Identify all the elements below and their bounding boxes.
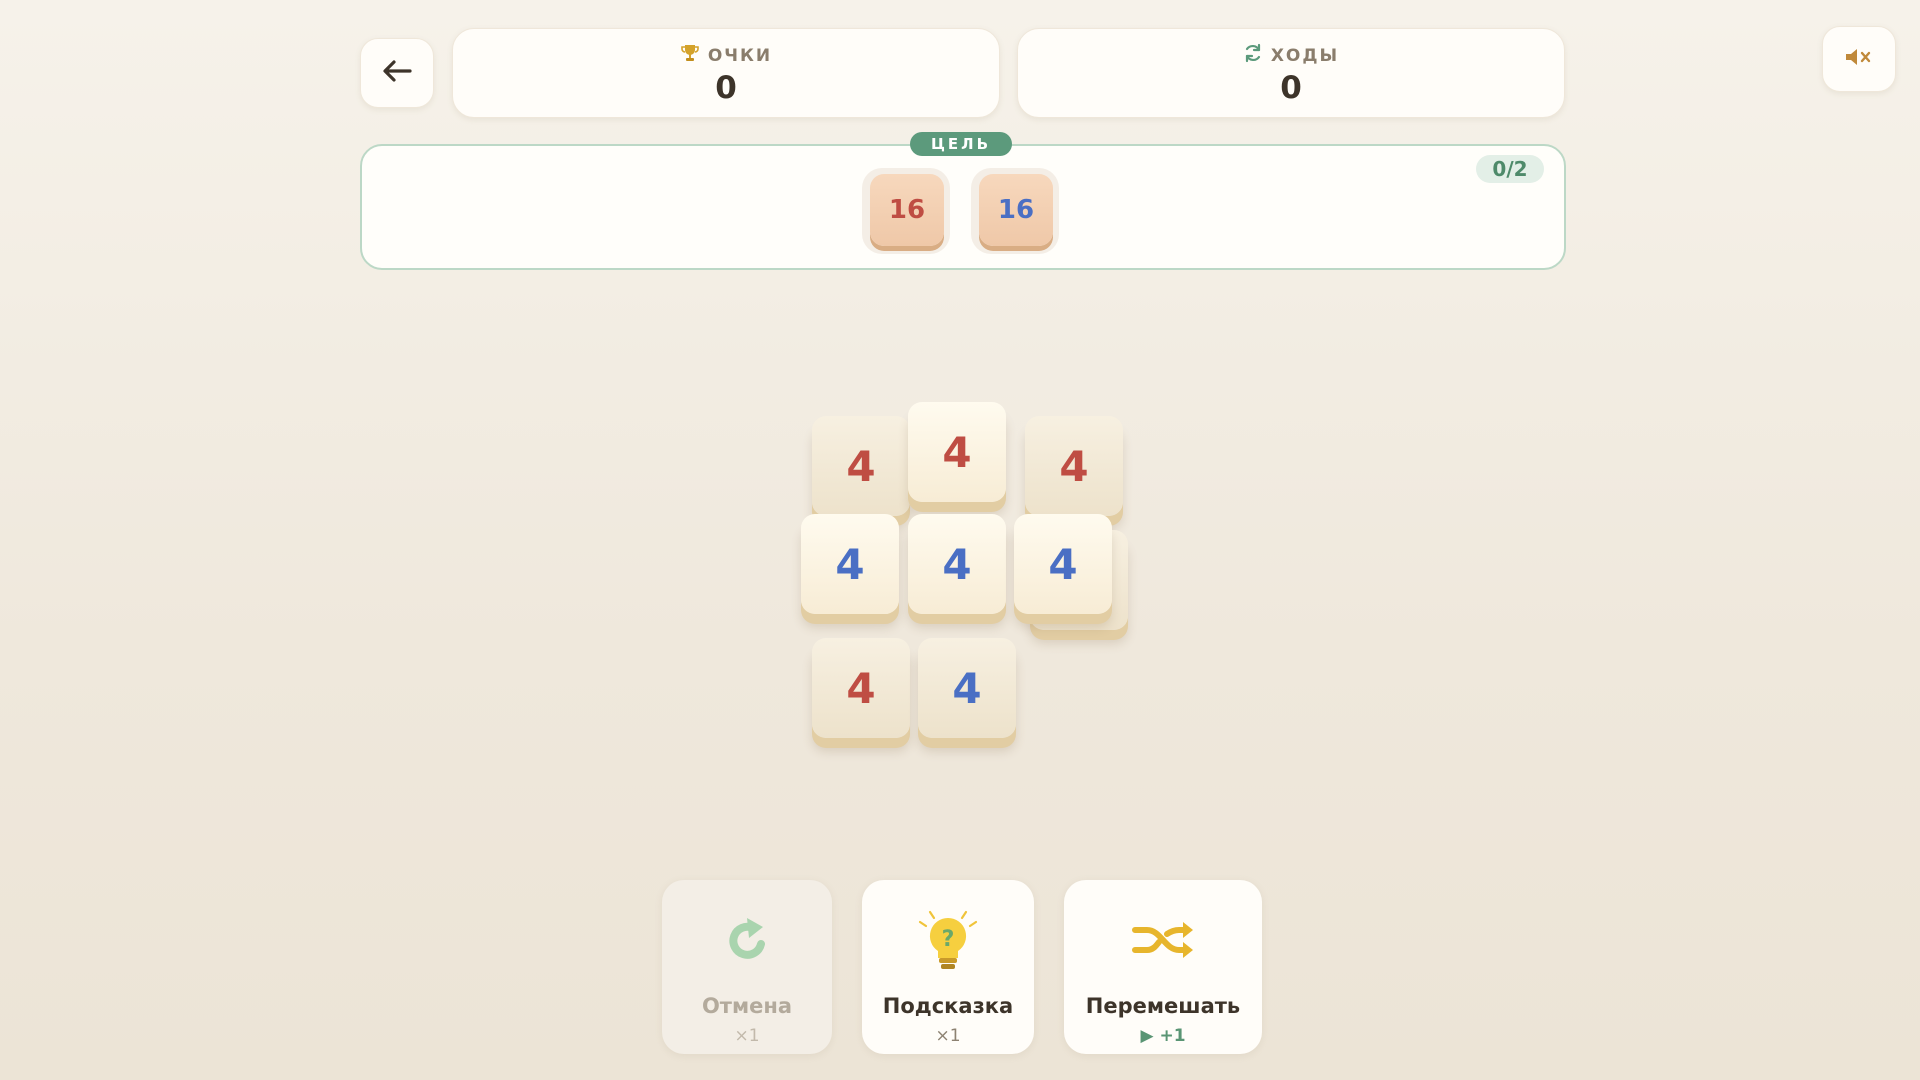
- score-label: ОЧКИ: [707, 45, 773, 66]
- shuffle-icon: [1131, 918, 1195, 966]
- goal-badge: ЦЕЛЬ: [910, 132, 1012, 156]
- board-tile[interactable]: 4: [812, 638, 910, 738]
- board-tile[interactable]: 4: [908, 402, 1006, 502]
- shuffle-button[interactable]: Перемешать ▶ +1: [1064, 880, 1262, 1054]
- trophy-icon: [680, 43, 700, 68]
- shuffle-label: Перемешать: [1085, 994, 1241, 1018]
- undo-count: ×1: [734, 1026, 760, 1046]
- hint-count: ×1: [935, 1026, 961, 1046]
- hint-button[interactable]: ? Подсказка ×1: [862, 880, 1034, 1054]
- sound-toggle-button[interactable]: [1822, 26, 1896, 92]
- goal-slot: 16: [971, 168, 1059, 254]
- board-tile[interactable]: 4: [918, 638, 1016, 738]
- hint-label: Подсказка: [882, 994, 1014, 1018]
- board-tile[interactable]: 4: [1025, 416, 1123, 516]
- score-value: 0: [715, 70, 737, 106]
- moves-value: 0: [1280, 70, 1302, 106]
- goal-tile: 16: [979, 174, 1053, 246]
- undo-arrow-icon: [721, 914, 773, 970]
- back-button[interactable]: [360, 38, 434, 108]
- goal-slot: 16: [862, 168, 950, 254]
- goal-panel: [360, 144, 1566, 270]
- goal-tile: 16: [870, 174, 944, 246]
- board-tile[interactable]: 4: [812, 416, 910, 516]
- board-tile[interactable]: 4: [1014, 514, 1112, 614]
- arrow-left-icon: [382, 59, 412, 87]
- refresh-icon: [1243, 43, 1263, 68]
- svg-text:?: ?: [942, 927, 955, 952]
- goal-progress: 0/2: [1476, 155, 1544, 183]
- speaker-muted-icon: [1844, 47, 1874, 71]
- lightbulb-question-icon: ?: [912, 908, 984, 976]
- undo-button[interactable]: Отмена ×1: [662, 880, 832, 1054]
- moves-panel: ХОДЫ 0: [1017, 28, 1565, 118]
- shuffle-reward: ▶ +1: [1140, 1026, 1186, 1046]
- moves-label: ХОДЫ: [1270, 45, 1340, 66]
- board-tile[interactable]: 4: [801, 514, 899, 614]
- score-panel: ОЧКИ 0: [452, 28, 1000, 118]
- undo-label: Отмена: [701, 994, 793, 1018]
- board-tile[interactable]: 4: [908, 514, 1006, 614]
